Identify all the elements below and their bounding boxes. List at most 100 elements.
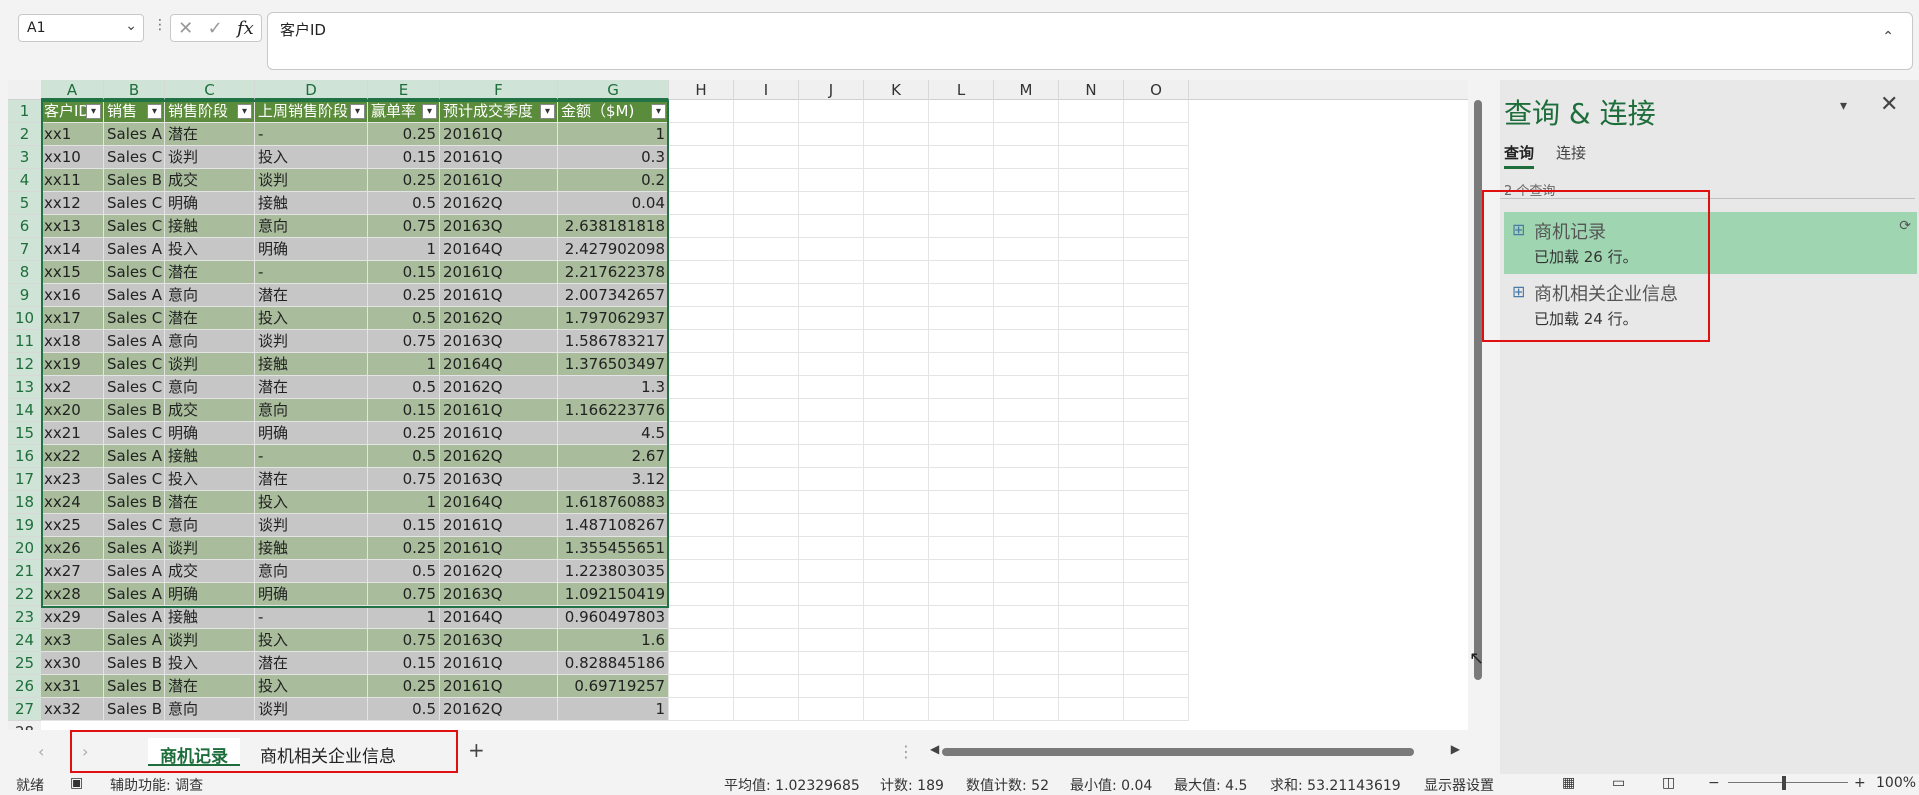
pane-menu-icon[interactable]: ▾ [1840, 98, 1847, 114]
table-cell[interactable]: 1 [368, 238, 440, 261]
table-cell[interactable]: 意向 [165, 330, 255, 353]
table-cell[interactable]: Sales B [104, 675, 165, 698]
empty-cell[interactable] [669, 261, 734, 284]
table-cell[interactable]: 1.355455651 [558, 537, 669, 560]
column-header[interactable]: B [104, 80, 165, 100]
chevron-left-icon[interactable]: ‹ [38, 742, 44, 761]
table-cell[interactable]: 1.166223776 [558, 399, 669, 422]
empty-cell[interactable] [1059, 445, 1124, 468]
table-cell[interactable]: 1 [368, 353, 440, 376]
table-cell[interactable]: 0.04 [558, 192, 669, 215]
row-header[interactable]: 26 [8, 675, 41, 698]
table-cell[interactable]: xx1 [41, 123, 104, 146]
row-header[interactable]: 6 [8, 215, 41, 238]
table-header-cell[interactable]: 赢单率 ▾ [368, 100, 440, 123]
empty-cell[interactable] [799, 215, 864, 238]
table-header-cell[interactable]: 客户ID ▾ [41, 100, 104, 123]
tab-connections[interactable]: 连接 [1556, 142, 1586, 163]
column-header[interactable]: G [558, 80, 669, 100]
table-cell[interactable]: xx2 [41, 376, 104, 399]
empty-cell[interactable] [864, 261, 929, 284]
macro-record-icon[interactable]: ▣ [70, 775, 83, 791]
empty-cell[interactable] [929, 399, 994, 422]
empty-cell[interactable] [864, 514, 929, 537]
empty-cell[interactable] [1059, 100, 1124, 123]
table-cell[interactable]: 20163Q [440, 215, 558, 238]
table-cell[interactable]: 谈判 [255, 514, 368, 537]
table-cell[interactable]: Sales A [104, 537, 165, 560]
scroll-left-icon[interactable]: ◀ [930, 742, 939, 756]
table-cell[interactable]: 接触 [255, 537, 368, 560]
table-cell[interactable]: Sales A [104, 583, 165, 606]
empty-cell[interactable] [929, 238, 994, 261]
table-cell[interactable]: xx24 [41, 491, 104, 514]
table-cell[interactable]: 接触 [165, 606, 255, 629]
empty-cell[interactable] [994, 698, 1059, 721]
empty-cell[interactable] [799, 100, 864, 123]
table-cell[interactable]: 0.15 [368, 261, 440, 284]
empty-cell[interactable] [1124, 192, 1189, 215]
column-header[interactable]: M [994, 80, 1059, 100]
empty-cell[interactable] [994, 284, 1059, 307]
table-cell[interactable]: Sales C [104, 468, 165, 491]
table-cell[interactable]: 潜在 [255, 376, 368, 399]
table-cell[interactable]: 0.75 [368, 215, 440, 238]
column-header[interactable]: N [1059, 80, 1124, 100]
table-cell[interactable]: - [255, 445, 368, 468]
table-cell[interactable]: 20161Q [440, 169, 558, 192]
empty-cell[interactable] [669, 629, 734, 652]
table-header-cell[interactable]: 预计成交季度 ▾ [440, 100, 558, 123]
table-cell[interactable]: xx29 [41, 606, 104, 629]
zoom-in-icon[interactable]: + [1854, 775, 1866, 791]
table-cell[interactable]: Sales A [104, 629, 165, 652]
empty-cell[interactable] [799, 192, 864, 215]
empty-cell[interactable] [864, 560, 929, 583]
filter-dropdown-icon[interactable]: ▾ [422, 104, 437, 119]
table-cell[interactable]: xx14 [41, 238, 104, 261]
insert-function-button[interactable]: fx [237, 18, 254, 39]
table-cell[interactable]: xx26 [41, 537, 104, 560]
table-cell[interactable]: 0.960497803 [558, 606, 669, 629]
empty-cell[interactable] [1124, 376, 1189, 399]
row-header[interactable]: 7 [8, 238, 41, 261]
table-cell[interactable]: 潜在 [165, 123, 255, 146]
empty-cell[interactable] [734, 192, 799, 215]
empty-cell[interactable] [864, 376, 929, 399]
empty-cell[interactable] [799, 514, 864, 537]
refresh-icon[interactable]: ⟳ [1899, 218, 1911, 234]
empty-cell[interactable] [734, 330, 799, 353]
table-cell[interactable]: Sales B [104, 652, 165, 675]
empty-cell[interactable] [734, 284, 799, 307]
horizontal-scroll-thumb[interactable] [942, 748, 1414, 756]
empty-cell[interactable] [1059, 698, 1124, 721]
table-cell[interactable]: 1.487108267 [558, 514, 669, 537]
empty-cell[interactable] [799, 468, 864, 491]
empty-cell[interactable] [864, 399, 929, 422]
table-cell[interactable]: 投入 [255, 675, 368, 698]
table-cell[interactable]: 0.25 [368, 422, 440, 445]
empty-cell[interactable] [864, 330, 929, 353]
empty-cell[interactable] [994, 606, 1059, 629]
column-header[interactable]: H [669, 80, 734, 100]
table-cell[interactable]: Sales A [104, 330, 165, 353]
empty-cell[interactable] [734, 307, 799, 330]
table-cell[interactable]: 投入 [255, 146, 368, 169]
table-cell[interactable]: Sales C [104, 514, 165, 537]
table-cell[interactable]: 20161Q [440, 514, 558, 537]
empty-cell[interactable] [994, 100, 1059, 123]
empty-cell[interactable] [734, 261, 799, 284]
empty-cell[interactable] [1059, 353, 1124, 376]
table-cell[interactable]: 20162Q [440, 560, 558, 583]
empty-cell[interactable] [1059, 146, 1124, 169]
table-cell[interactable]: - [255, 123, 368, 146]
formula-input[interactable]: 客户ID ⌃ [267, 12, 1913, 70]
table-cell[interactable]: 接触 [255, 353, 368, 376]
empty-cell[interactable] [994, 537, 1059, 560]
table-cell[interactable]: 20163Q [440, 583, 558, 606]
empty-cell[interactable] [1059, 422, 1124, 445]
empty-cell[interactable] [864, 422, 929, 445]
empty-cell[interactable] [864, 192, 929, 215]
empty-cell[interactable] [799, 652, 864, 675]
empty-cell[interactable] [929, 307, 994, 330]
empty-cell[interactable] [1124, 238, 1189, 261]
